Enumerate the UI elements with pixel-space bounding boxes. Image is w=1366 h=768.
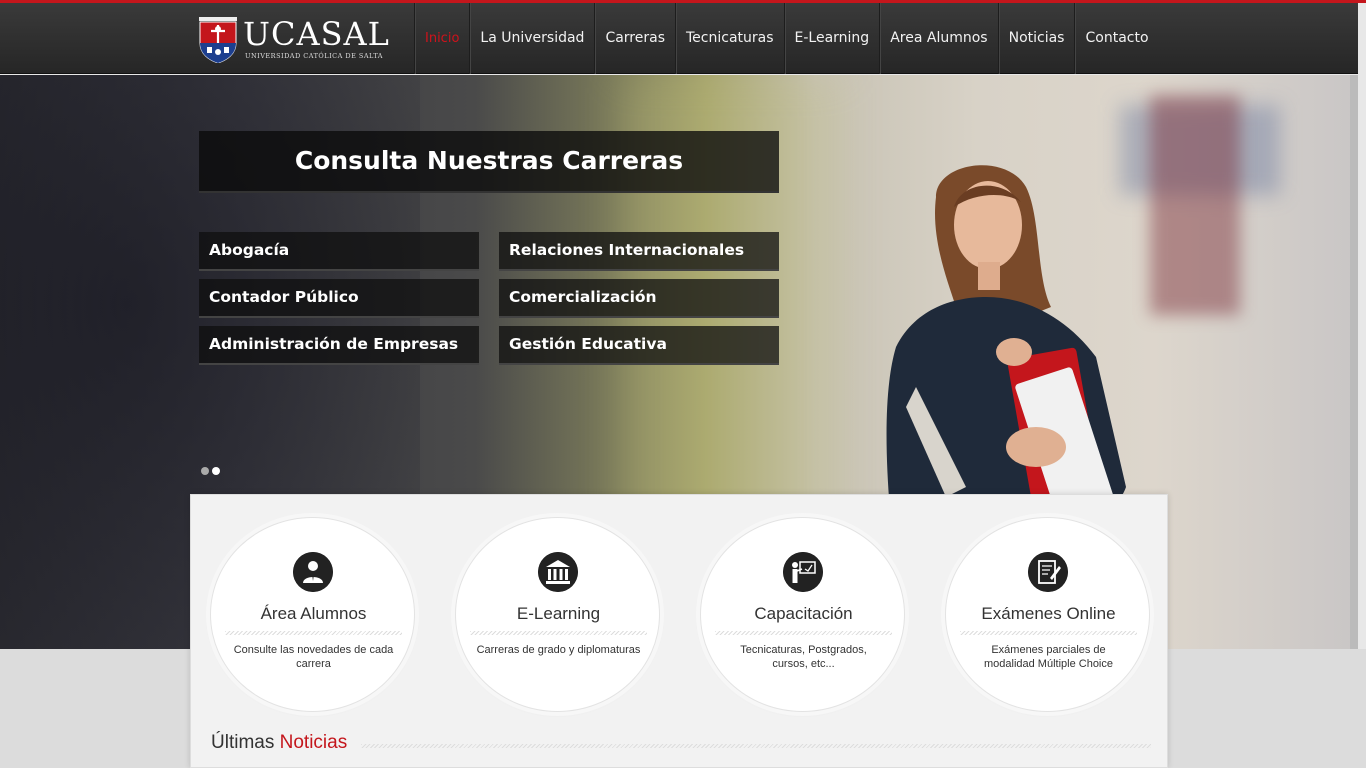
feature-title: Exámenes Online (981, 604, 1116, 623)
career-link-gestion-educativa[interactable]: Gestión Educativa (499, 326, 779, 365)
feature-area-alumnos[interactable]: Área Alumnos Consulte las novedades de c… (210, 517, 415, 712)
feature-divider (225, 631, 402, 635)
feature-divider (960, 631, 1137, 635)
nav-item-noticias[interactable]: Noticias (997, 3, 1075, 74)
brand-subtitle: UNIVERSIDAD CATÓLICA DE SALTA (245, 52, 383, 60)
slider-dot[interactable] (201, 467, 209, 475)
nav-item-contacto[interactable]: Contacto (1074, 3, 1158, 74)
nav-item-tecnicaturas[interactable]: Tecnicaturas (675, 3, 784, 74)
slider-dots (201, 467, 220, 475)
career-link-contador-publico[interactable]: Contador Público (199, 279, 479, 318)
nav-item-inicio[interactable]: Inicio (414, 3, 469, 74)
brand-name: UCASAL (243, 15, 390, 53)
feature-description: Carreras de grado y diplomaturas (476, 644, 641, 656)
feature-title: E-Learning (516, 604, 601, 623)
feature-panel: Área Alumnos Consulte las novedades de c… (190, 494, 1168, 768)
news-heading-plain: Últimas (211, 732, 275, 753)
careers-title: Consulta Nuestras Carreras (199, 131, 779, 193)
news-divider (361, 744, 1151, 748)
feature-capacitacion[interactable]: Capacitación Tecnicaturas, Postgrados, c… (700, 517, 905, 712)
teacher-icon (783, 552, 823, 592)
nav-item-area-alumnos[interactable]: Area Alumnos (879, 3, 997, 74)
hero-bg-sign-red (1150, 95, 1240, 315)
ucasal-logo[interactable]: UCASAL UNIVERSIDAD CATÓLICA DE SALTA (199, 15, 389, 65)
feature-title: Capacitación (754, 604, 853, 623)
main-nav: Inicio La Universidad Carreras Tecnicatu… (414, 3, 1159, 74)
feature-e-learning[interactable]: E-Learning Carreras de grado y diplomatu… (455, 517, 660, 712)
page-scrollbar[interactable] (1350, 75, 1358, 649)
feature-title: Área Alumnos (260, 604, 367, 623)
feature-description: Exámenes parciales de modalidad Múltiple… (983, 644, 1113, 670)
news-heading: Últimas Noticias (211, 732, 347, 754)
exam-icon (1028, 552, 1068, 592)
nav-item-la-universidad[interactable]: La Universidad (469, 3, 594, 74)
career-link-abogacia[interactable]: Abogacía (199, 232, 479, 271)
nav-item-carreras[interactable]: Carreras (594, 3, 675, 74)
shield-logo-icon (199, 17, 237, 63)
feature-divider (715, 631, 892, 635)
feature-description: Consulte las novedades de cada carrera (233, 644, 394, 670)
student-icon (293, 552, 333, 592)
career-link-comercializacion[interactable]: Comercialización (499, 279, 779, 318)
feature-divider (470, 631, 647, 635)
nav-item-e-learning[interactable]: E-Learning (783, 3, 880, 74)
institution-icon (538, 552, 578, 592)
career-link-relaciones-internacionales[interactable]: Relaciones Internacionales (499, 232, 779, 271)
site-header: UCASAL UNIVERSIDAD CATÓLICA DE SALTA Ini… (0, 3, 1358, 74)
feature-examenes-online[interactable]: Exámenes Online Exámenes parciales de mo… (945, 517, 1150, 712)
slider-dot-active[interactable] (212, 467, 220, 475)
career-link-administracion-de-empresas[interactable]: Administración de Empresas (199, 326, 479, 365)
feature-description: Tecnicaturas, Postgrados, cursos, etc... (740, 644, 867, 670)
news-heading-accent: Noticias (279, 732, 348, 753)
